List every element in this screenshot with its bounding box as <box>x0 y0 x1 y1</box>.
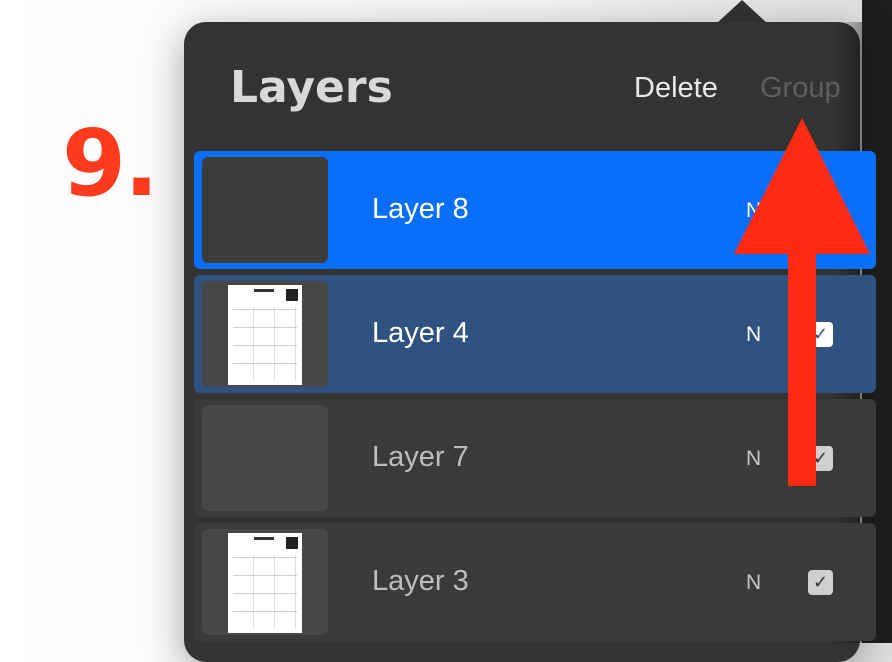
layer-thumbnail[interactable] <box>202 529 328 635</box>
layer-name: Layer 4 <box>372 317 469 349</box>
page-title-mark <box>254 289 274 292</box>
layer-thumbnail[interactable] <box>202 281 328 387</box>
layer-name: Layer 7 <box>372 441 469 473</box>
layer-name: Layer 3 <box>372 565 469 597</box>
blend-mode-button[interactable]: N <box>746 447 761 471</box>
layer-thumbnail[interactable] <box>202 157 328 263</box>
qr-code-icon <box>286 289 298 301</box>
checkmark-icon: ✓ <box>812 200 829 221</box>
layer-row-8[interactable]: Layer 8 N ✓ <box>194 151 876 269</box>
visibility-checkbox[interactable]: ✓ <box>808 198 833 223</box>
step-number-label: 9. <box>62 110 159 217</box>
visibility-checkbox[interactable]: ✓ <box>808 446 833 471</box>
layer-name: Layer 8 <box>372 193 469 225</box>
visibility-checkbox[interactable]: ✓ <box>808 570 833 595</box>
group-button[interactable]: Group <box>760 72 841 105</box>
qr-code-icon <box>286 537 298 549</box>
page-preview-image <box>228 285 302 385</box>
page-preview-image <box>228 533 302 633</box>
checkmark-icon: ✓ <box>812 572 829 593</box>
page-grid <box>233 555 297 629</box>
page-grid <box>233 307 297 381</box>
page-title-mark <box>254 537 274 540</box>
blend-mode-button[interactable]: N <box>746 571 761 595</box>
delete-button[interactable]: Delete <box>634 72 718 105</box>
visibility-checkbox[interactable]: ✓ <box>808 322 833 347</box>
checkmark-icon: ✓ <box>812 448 829 469</box>
layer-row-7[interactable]: Layer 7 N ✓ <box>194 399 876 517</box>
panel-title: Layers <box>230 62 393 113</box>
checkmark-icon: ✓ <box>812 324 829 345</box>
layer-thumbnail[interactable] <box>202 405 328 511</box>
popover-pointer <box>716 0 768 24</box>
blend-mode-button[interactable]: N <box>746 199 761 223</box>
layer-row-4[interactable]: Layer 4 N ✓ <box>194 275 876 393</box>
blend-mode-button[interactable]: N <box>746 323 761 347</box>
layer-row-3[interactable]: Layer 3 N ✓ <box>194 523 876 641</box>
